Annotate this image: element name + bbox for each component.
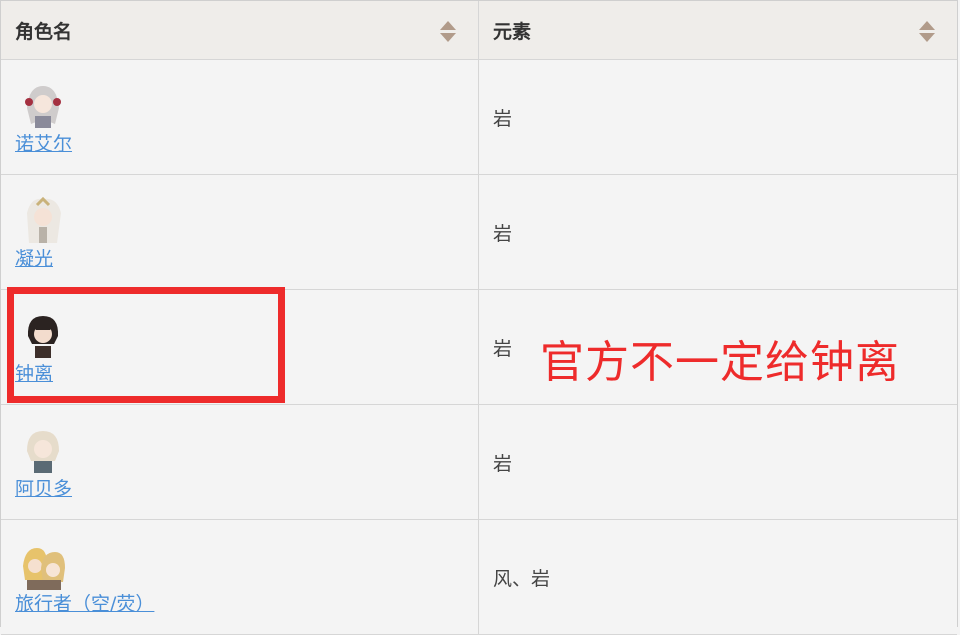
element-cell: 风、岩: [478, 519, 957, 635]
name-cell: 旅行者（空/荧）: [1, 519, 479, 635]
character-name-link[interactable]: 诺艾尔: [15, 132, 72, 156]
character-avatar-icon[interactable]: [17, 78, 69, 130]
sort-icon[interactable]: [919, 21, 935, 43]
character-name-link[interactable]: 阿贝多: [15, 477, 72, 501]
table-row: 诺艾尔 岩: [1, 59, 957, 175]
annotation-text: 官方不一定给钟离: [540, 337, 900, 388]
column-header-name[interactable]: 角色名: [1, 1, 479, 60]
table-row: 凝光 岩: [1, 174, 957, 290]
sort-icon[interactable]: [440, 21, 456, 43]
table-row: 旅行者（空/荧） 风、岩: [1, 519, 957, 635]
table-row: 阿贝多 岩: [1, 404, 957, 520]
character-name-link[interactable]: 凝光: [15, 247, 53, 271]
character-avatar-icon[interactable]: [17, 538, 69, 590]
name-cell: 凝光: [1, 174, 479, 290]
column-header-name-label: 角色名: [15, 20, 73, 43]
element-cell: 岩: [478, 174, 957, 290]
name-cell: 诺艾尔: [1, 59, 479, 175]
column-header-element[interactable]: 元素: [478, 1, 957, 60]
highlight-box: [7, 287, 285, 403]
table-header-row: 角色名 元素: [1, 1, 957, 60]
name-cell: 阿贝多: [1, 404, 479, 520]
column-header-element-label: 元素: [493, 20, 532, 43]
element-cell: 岩: [478, 404, 957, 520]
character-name-link[interactable]: 旅行者（空/荧）: [15, 592, 154, 616]
character-avatar-icon[interactable]: [17, 423, 69, 475]
character-avatar-icon[interactable]: [17, 193, 69, 245]
element-cell: 岩: [478, 59, 957, 175]
